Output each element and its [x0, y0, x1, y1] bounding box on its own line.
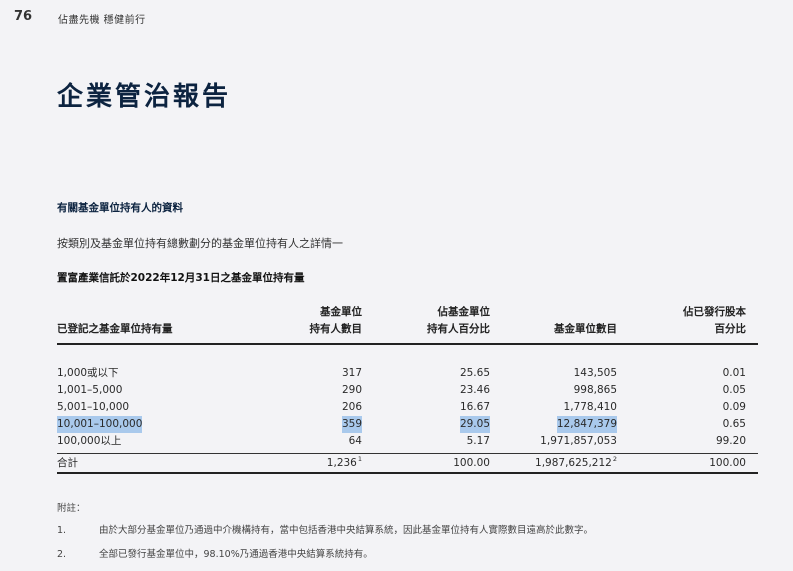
note-item: 2. 全部已發行基金單位中，98.10%乃通過香港中央結算系統持有。 — [57, 546, 373, 560]
header-holders: 基金單位 持有人數目 — [310, 304, 363, 338]
cell-holders: 290 — [341, 384, 362, 396]
header-range: 已登記之基金單位持有量 — [57, 321, 173, 338]
footnote-ref-1: 1 — [357, 455, 362, 463]
header-units: 基金單位數目 — [554, 321, 617, 338]
cell-holders: 359 — [341, 416, 362, 433]
cell-range: 1,001–5,000 — [57, 384, 123, 396]
note-number: 2. — [57, 549, 67, 560]
cell-holders-pct: 29.05 — [459, 416, 490, 433]
table-row: 100,000以上 64 5.17 1,971,857,053 99.20 — [57, 433, 758, 450]
table-row-highlighted: 10,001–100,000 359 29.05 12,847,379 0.65 — [57, 416, 758, 433]
cell-holders-pct: 23.46 — [459, 384, 490, 396]
note-item: 1. 由於大部分基金單位乃通過中介機構持有，當中包括香港中央結算系統，因此基金單位… — [57, 522, 593, 536]
table-row: 5,001–10,000 206 16.67 1,778,410 0.09 — [57, 399, 758, 416]
header-holders-pct-line2: 持有人百分比 — [427, 323, 490, 335]
total-units-value: 1,987,625,212 — [535, 457, 612, 469]
table-spacer — [57, 345, 758, 365]
cell-issued-pct: 99.20 — [715, 435, 746, 447]
total-holders-value: 1,236 — [326, 457, 357, 469]
header-units-label: 基金單位數目 — [554, 323, 617, 335]
cell-holders-pct: 16.67 — [459, 401, 490, 413]
cell-range: 10,001–100,000 — [57, 416, 143, 433]
section-heading: 有關基金單位持有人的資料 — [57, 202, 183, 214]
footnote-ref-2: 2 — [612, 455, 617, 463]
table-header: 已登記之基金單位持有量 基金單位 持有人數目 佔基金單位 持有人百分比 基金單位… — [57, 300, 758, 343]
table-row: 1,000或以下 317 25.65 143,505 0.01 — [57, 365, 758, 382]
header-range-label: 已登記之基金單位持有量 — [57, 323, 173, 335]
header-issued-pct-line1: 佔已發行股本 — [683, 306, 746, 318]
total-issued-pct: 100.00 — [709, 457, 746, 469]
header-issued-pct-line2: 百分比 — [714, 323, 747, 335]
cell-holders: 317 — [341, 367, 362, 379]
total-row: 合計 1,2361 100.00 1,987,625,2122 100.00 — [57, 454, 758, 472]
header-holders-pct: 佔基金單位 持有人百分比 — [427, 304, 490, 338]
total-label: 合計 — [57, 457, 78, 469]
running-header: 佔盡先機 穩健前行 — [58, 15, 146, 26]
cell-issued-pct: 0.05 — [722, 384, 746, 396]
cell-holders: 206 — [341, 401, 362, 413]
holdings-table: 已登記之基金單位持有量 基金單位 持有人數目 佔基金單位 持有人百分比 基金單位… — [57, 300, 758, 474]
header-holders-pct-line1: 佔基金單位 — [437, 306, 491, 318]
page-number: 76 — [14, 9, 33, 24]
cell-range: 5,001–10,000 — [57, 401, 130, 413]
note-text: 全部已發行基金單位中，98.10%乃通過香港中央結算系統持有。 — [99, 549, 373, 560]
cell-range: 1,000或以下 — [57, 367, 119, 379]
cell-units: 12,847,379 — [556, 416, 617, 433]
cell-units: 998,865 — [573, 384, 617, 396]
intro-text: 按類別及基金單位持有總數劃分的基金單位持有人之詳情一 — [57, 237, 343, 250]
cell-issued-pct: 0.01 — [722, 367, 746, 379]
notes-label: 附註： — [57, 503, 86, 514]
cell-holders-pct: 25.65 — [459, 367, 490, 379]
header-holders-line2: 持有人數目 — [309, 323, 363, 335]
cell-units: 1,778,410 — [563, 401, 617, 413]
note-text: 由於大部分基金單位乃通過中介機構持有，當中包括香港中央結算系統，因此基金單位持有… — [99, 525, 594, 536]
cell-units: 143,505 — [573, 367, 617, 379]
cell-issued-pct: 0.09 — [722, 401, 746, 413]
cell-holders: 64 — [348, 435, 362, 447]
cell-range: 100,000以上 — [57, 435, 122, 447]
total-holders: 1,2361 — [327, 454, 362, 472]
cell-holders-pct: 5.17 — [466, 435, 490, 447]
header-issued-pct: 佔已發行股本 百分比 — [683, 304, 746, 338]
total-units: 1,987,625,2122 — [535, 454, 617, 472]
cell-units: 1,971,857,053 — [540, 435, 617, 447]
table-caption: 置富產業信託於2022年12月31日之基金單位持有量 — [57, 272, 305, 284]
note-number: 1. — [57, 525, 67, 536]
total-holders-pct: 100.00 — [453, 457, 490, 469]
page-title: 企業管治報告 — [57, 82, 232, 112]
table-row: 1,001–5,000 290 23.46 998,865 0.05 — [57, 382, 758, 399]
total-rule-bottom — [57, 472, 758, 474]
header-holders-line1: 基金單位 — [320, 306, 362, 318]
cell-issued-pct: 0.65 — [722, 418, 746, 430]
